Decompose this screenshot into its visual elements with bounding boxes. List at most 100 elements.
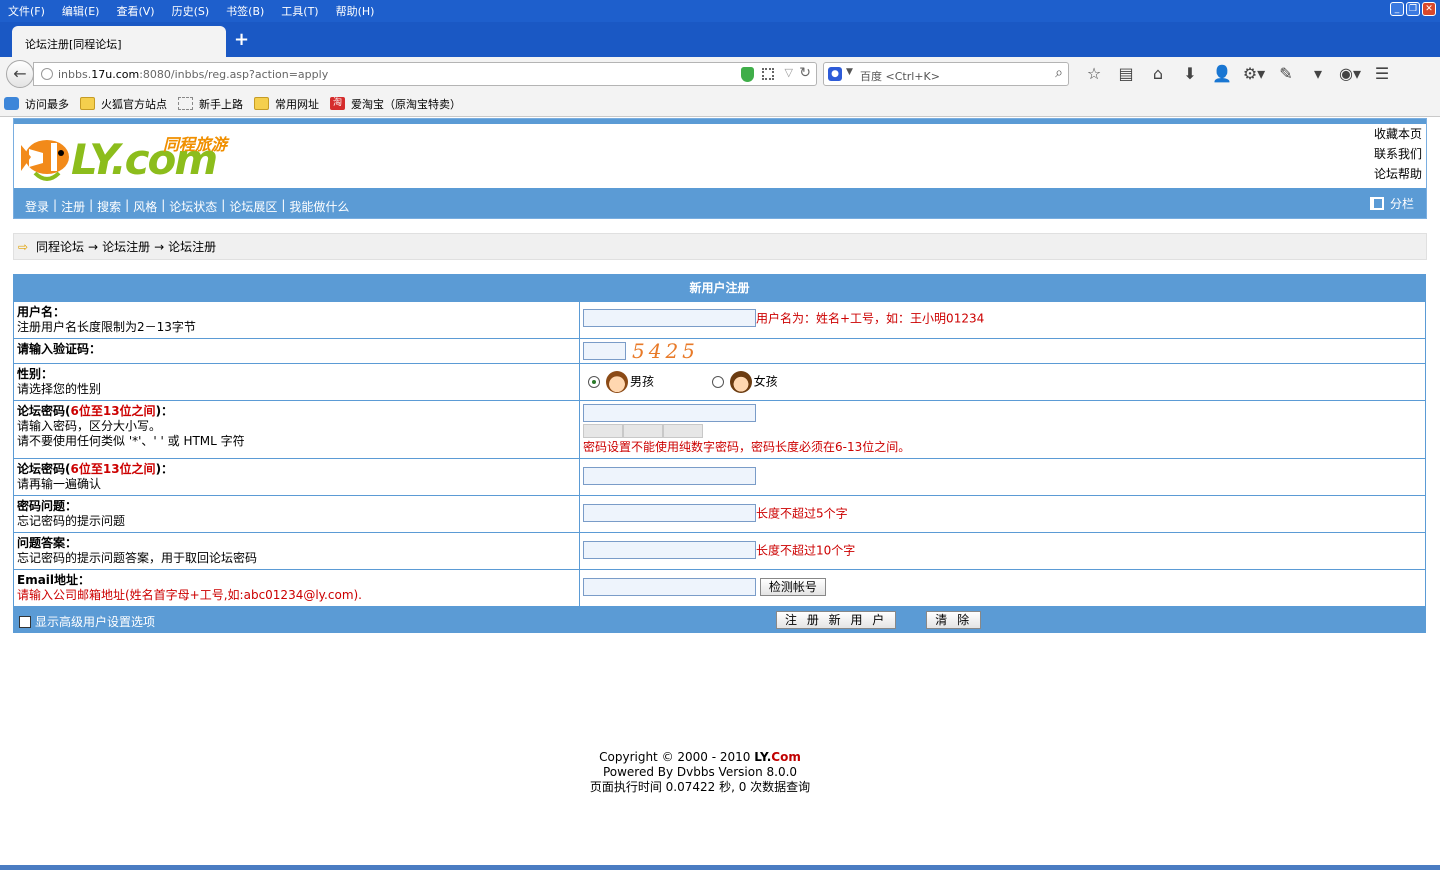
answer-input[interactable] [583, 541, 756, 559]
nav-link-6[interactable]: 我能做什么 [289, 198, 349, 215]
hamburger-menu-icon[interactable]: ☰ [1366, 63, 1398, 85]
confirm-input-cell [580, 459, 1425, 495]
close-icon[interactable]: ✕ [1422, 2, 1436, 16]
footer-brand[interactable]: LY.Com [754, 750, 801, 764]
advanced-options-toggle[interactable]: 显示高级用户设置选项 [19, 613, 155, 630]
gender-label: 性别： [17, 367, 54, 381]
bookmark-item-3[interactable]: 常用网址 [254, 96, 319, 112]
qr-code-icon[interactable] [762, 68, 774, 80]
top-link-2[interactable]: 论坛帮助 [1374, 164, 1422, 184]
columns-toggle[interactable]: 分栏 [1369, 195, 1414, 212]
row-captcha: 请输入验证码： 5425 [14, 338, 1425, 363]
nav-link-0[interactable]: 登录 [25, 198, 49, 215]
site-logo[interactable]: LY.com 同程旅游 [17, 129, 237, 187]
bookmark-star-icon[interactable]: ☆ [1078, 63, 1110, 85]
baidu-icon[interactable]: ● [828, 67, 842, 81]
address-bar[interactable]: inbbs.17u.com:8080/inbbs/reg.asp?action=… [33, 62, 817, 86]
tools-icon[interactable]: ✎ [1270, 63, 1302, 85]
question-hint: 长度不超过5个字 [756, 506, 848, 521]
url-text[interactable]: inbbs.17u.com:8080/inbbs/reg.asp?action=… [58, 68, 328, 81]
row-confirm-password: 论坛密码(6位至13位之间)： 请再输一遍确认 [14, 458, 1425, 495]
nav-separator: | [221, 198, 226, 212]
nav-link-5[interactable]: 论坛展区 [229, 198, 277, 215]
bookmark-label: 爱淘宝（原淘宝特卖） [351, 97, 461, 111]
search-placeholder[interactable]: 百度 <Ctrl+K> [860, 68, 940, 84]
clear-button[interactable]: 清 除 [926, 611, 982, 629]
magnifier-icon[interactable]: ⌕ [1055, 65, 1063, 81]
tab-active[interactable]: 论坛注册[同程论坛] [12, 26, 226, 57]
shield-icon[interactable] [741, 67, 754, 82]
register-button[interactable]: 注 册 新 用 户 [776, 611, 897, 629]
url-path: :8080/inbbs/reg.asp?action=apply [139, 68, 329, 81]
question-label-cell: 密码问题： 忘记密码的提示问题 [14, 496, 580, 532]
bookmark-item-2[interactable]: 新手上路 [178, 96, 243, 112]
nav-link-2[interactable]: 搜索 [97, 198, 121, 215]
answer-hint: 长度不超过10个字 [756, 543, 856, 558]
advanced-options-checkbox[interactable] [19, 615, 31, 628]
page-icon [178, 97, 193, 110]
menu-item-3[interactable]: 历史(S) [172, 3, 210, 19]
question-input-cell: 长度不超过5个字 [580, 496, 1425, 532]
advanced-options-label: 显示高级用户设置选项 [35, 615, 156, 629]
menu-list: 文件(F) 编辑(E) 查看(V) 历史(S) 书签(B) 工具(T) 帮助(H) [0, 0, 1440, 22]
nav-separator: | [53, 198, 58, 212]
menu-item-1[interactable]: 编辑(E) [62, 3, 100, 19]
page-footer: Copyright © 2000 - 2010 LY.Com Powered B… [0, 750, 1400, 795]
captcha-image[interactable]: 5425 [632, 341, 699, 361]
password-label-cell: 论坛密码(6位至13位之间)： 请输入密码，区分大小写。 请不要使用任何类似 '… [14, 401, 580, 458]
chevron-down-icon[interactable]: ▾ [1302, 63, 1334, 85]
breadcrumb-item-1[interactable]: 论坛注册 [102, 238, 150, 255]
confirm-label: 论坛密码( [17, 462, 71, 476]
site-header: LY.com 同程旅游 收藏本页 联系我们 论坛帮助 登录 | 注册 | 搜索 | 风格 | 论坛状… [13, 118, 1427, 219]
strength-strong [663, 424, 703, 438]
columns-label: 分栏 [1389, 197, 1414, 211]
question-input[interactable] [583, 504, 756, 522]
nav-link-1[interactable]: 注册 [61, 198, 85, 215]
email-label-cell: Email地址： 请输入公司邮箱地址(姓名首字母+工号,如:abc01234@l… [14, 570, 580, 606]
menu-item-5[interactable]: 工具(T) [281, 3, 318, 19]
forum-nav-links: 登录 | 注册 | 搜索 | 风格 | 论坛状态 | 论坛展区 | 我能做什么 [25, 198, 349, 215]
addon-icon[interactable]: ◉▾ [1334, 63, 1366, 85]
confirm-label-cell: 论坛密码(6位至13位之间)： 请再输一遍确认 [14, 459, 580, 495]
captcha-input[interactable] [583, 342, 626, 360]
account-icon[interactable]: 👤 [1206, 63, 1238, 85]
bookmark-item-4[interactable]: 淘爱淘宝（原淘宝特卖） [330, 96, 461, 112]
top-link-0[interactable]: 收藏本页 [1374, 124, 1422, 144]
gender-female-radio[interactable] [711, 376, 724, 388]
new-tab-button[interactable]: + [234, 29, 249, 50]
nav-link-4[interactable]: 论坛状态 [169, 198, 217, 215]
nav-link-3[interactable]: 风格 [133, 198, 157, 215]
breadcrumb-item-2[interactable]: 论坛注册 [168, 238, 216, 255]
menu-item-0[interactable]: 文件(F) [8, 3, 45, 19]
restore-icon[interactable]: ❐ [1406, 2, 1420, 16]
check-account-button[interactable]: 检测帐号 [759, 578, 826, 596]
gender-male-radio[interactable] [588, 376, 600, 388]
top-link-1[interactable]: 联系我们 [1374, 144, 1422, 164]
reload-icon[interactable]: ↻ [799, 65, 811, 81]
breadcrumb-item-0[interactable]: 同程论坛 [36, 238, 84, 255]
confirm-password-input[interactable] [583, 467, 756, 485]
download-icon[interactable]: ⬇ [1174, 63, 1206, 85]
sync-icon[interactable]: ⚙▾ [1238, 63, 1270, 85]
search-bar[interactable]: ● ▼ 百度 <Ctrl+K> ⌕ [823, 62, 1069, 86]
email-input[interactable] [583, 578, 756, 596]
bookmark-item-0[interactable]: 访问最多 [4, 96, 69, 112]
back-button[interactable]: ← [6, 60, 34, 88]
password-input[interactable] [583, 404, 756, 422]
answer-desc: 忘记密码的提示问题答案，用于取回论坛密码 [17, 551, 258, 565]
username-label: 用户名： [17, 305, 66, 319]
minimize-icon[interactable]: _ [1390, 2, 1404, 16]
menu-item-2[interactable]: 查看(V) [116, 3, 154, 19]
dropdown-arrow-icon[interactable]: ▽ [785, 66, 793, 79]
strength-medium [623, 424, 663, 438]
reading-list-icon[interactable]: ▤ [1110, 63, 1142, 85]
menu-item-4[interactable]: 书签(B) [226, 3, 264, 19]
home-icon[interactable]: ⌂ [1142, 63, 1174, 85]
menu-item-6[interactable]: 帮助(H) [336, 3, 375, 19]
username-input[interactable] [583, 309, 756, 327]
password-hint: 密码设置不能使用纯数字密码，密码长度必须在6-13位之间。 [583, 440, 911, 454]
search-engine-dropdown-icon[interactable]: ▼ [846, 67, 853, 77]
bookmark-item-1[interactable]: 火狐官方站点 [80, 96, 167, 112]
row-email: Email地址： 请输入公司邮箱地址(姓名首字母+工号,如:abc01234@l… [14, 569, 1425, 606]
header-top-line [14, 119, 1426, 124]
